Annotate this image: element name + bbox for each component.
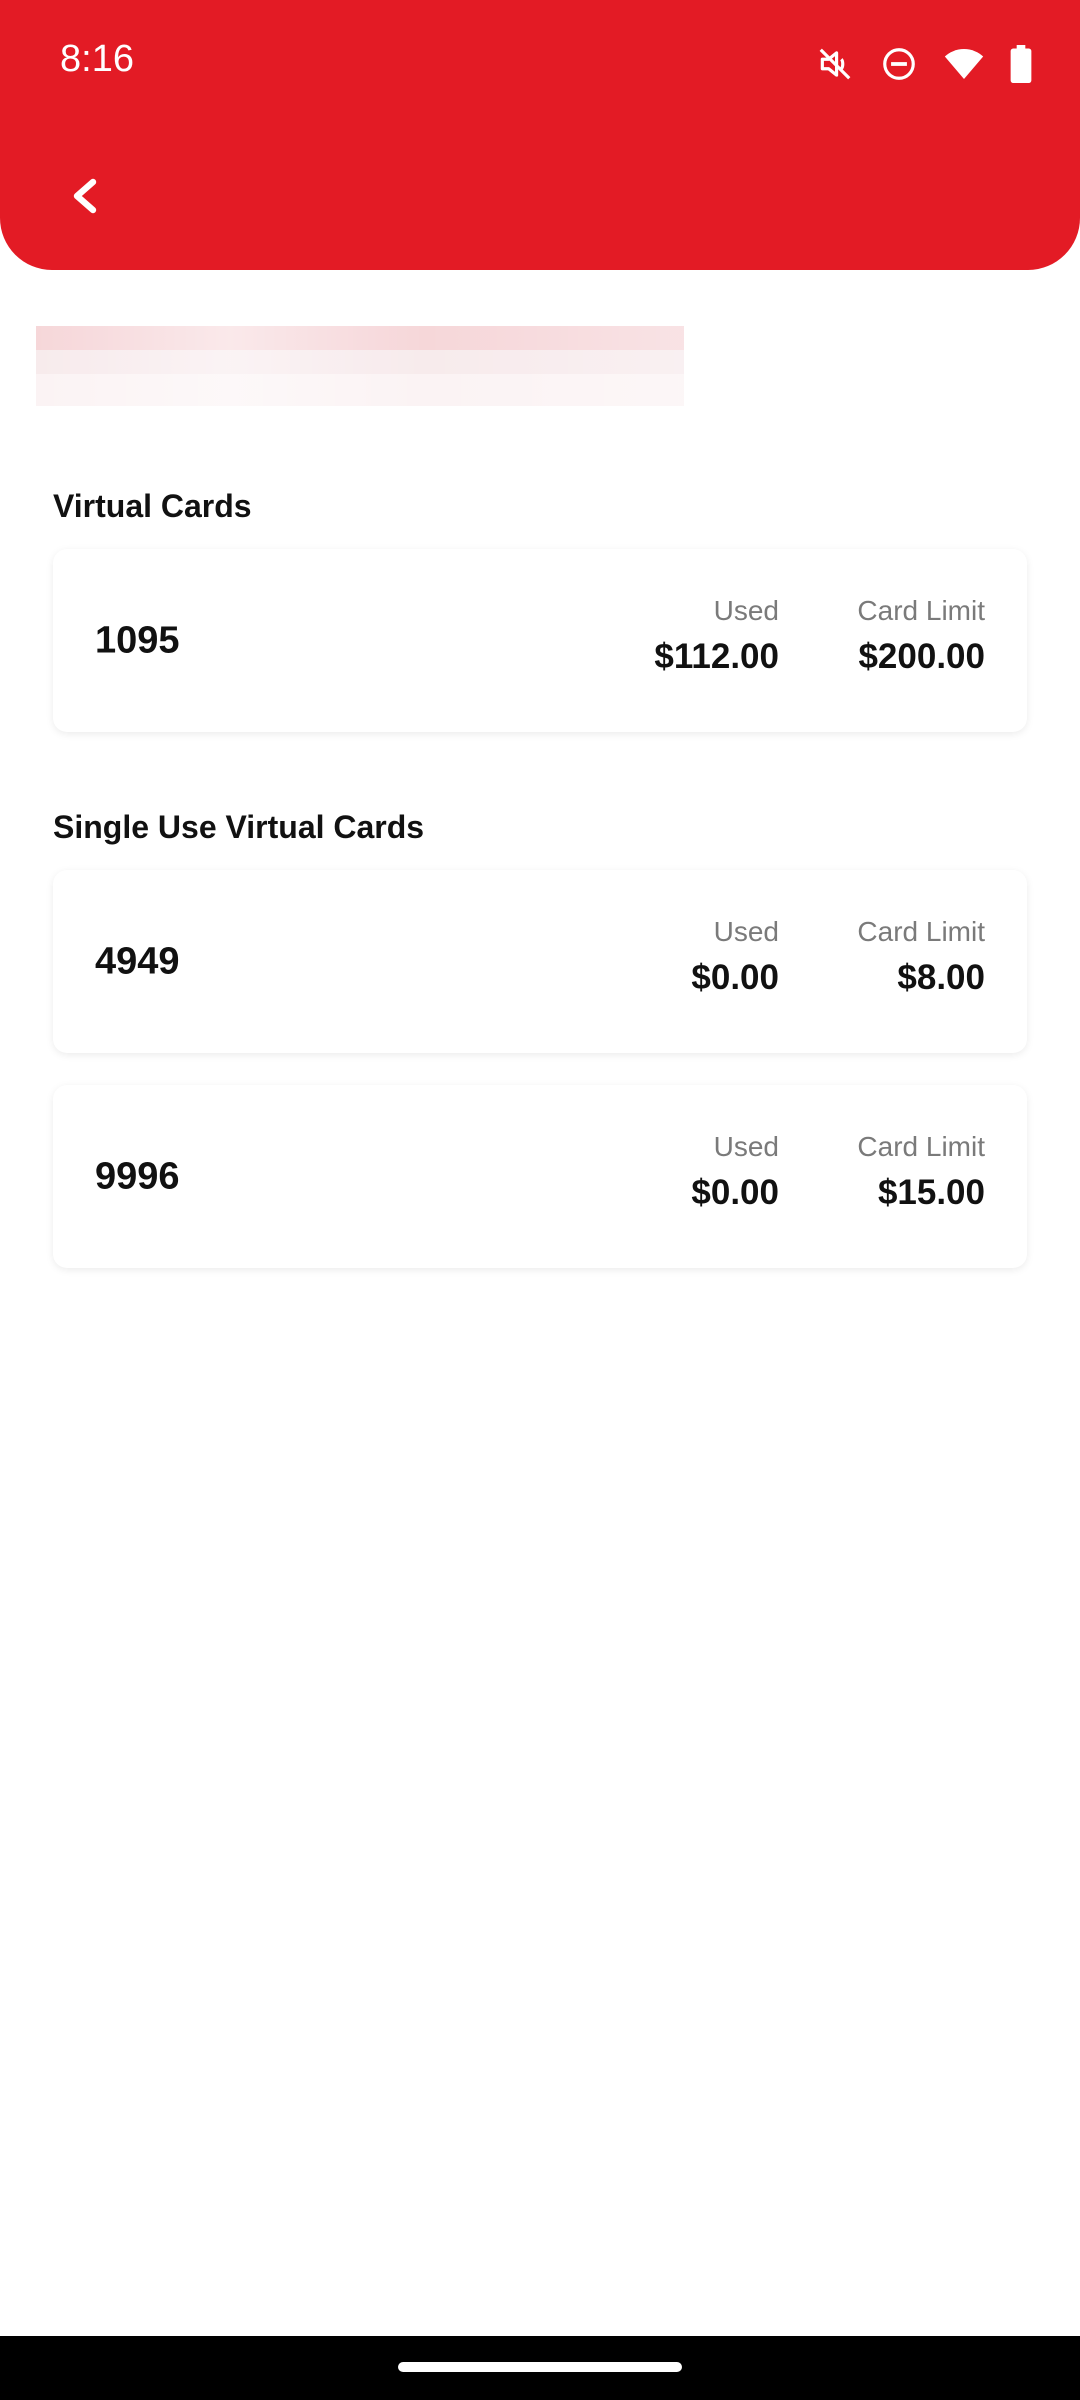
card-number: 1095 — [95, 619, 180, 661]
used-amount: Used $112.00 — [654, 595, 779, 676]
used-value: $0.00 — [691, 958, 779, 997]
home-indicator[interactable] — [398, 2362, 682, 2372]
wifi-icon — [944, 46, 984, 82]
mute-icon — [816, 45, 854, 83]
used-amount: Used $0.00 — [691, 1131, 779, 1212]
app-header: 8:16 — [0, 0, 1080, 270]
card-item[interactable]: 1095 Used $112.00 Card Limit $200.00 — [53, 549, 1027, 732]
status-icons — [816, 44, 1032, 84]
used-label: Used — [713, 916, 779, 947]
back-button[interactable] — [58, 170, 110, 222]
battery-icon — [1010, 45, 1032, 83]
section-title-virtual-cards: Virtual Cards — [53, 488, 252, 524]
card-item[interactable]: 4949 Used $0.00 Card Limit $8.00 — [53, 870, 1027, 1053]
section-title-single-use-virtual-cards: Single Use Virtual Cards — [53, 809, 425, 845]
card-number: 9996 — [95, 1155, 180, 1197]
card-limit-value: $8.00 — [897, 958, 985, 997]
card-limit-label: Card Limit — [857, 1131, 985, 1162]
card-limit: Card Limit $15.00 — [857, 1131, 985, 1212]
card-limit-label: Card Limit — [857, 916, 985, 947]
used-label: Used — [713, 595, 779, 626]
card-item[interactable]: 9996 Used $0.00 Card Limit $15.00 — [53, 1085, 1027, 1268]
redacted-account-name — [36, 326, 684, 406]
used-label: Used — [713, 1131, 779, 1162]
card-limit-value: $200.00 — [858, 637, 985, 676]
do-not-disturb-icon — [880, 45, 918, 83]
card-limit-label: Card Limit — [857, 595, 985, 626]
card-limit: Card Limit $200.00 — [857, 595, 985, 676]
card-limit-value: $15.00 — [877, 1173, 985, 1212]
used-amount: Used $0.00 — [691, 916, 779, 997]
chevron-left-icon — [73, 178, 97, 214]
used-value: $112.00 — [654, 637, 779, 676]
card-number: 4949 — [95, 940, 180, 982]
card-limit: Card Limit $8.00 — [857, 916, 985, 997]
used-value: $0.00 — [691, 1173, 779, 1212]
status-time: 8:16 — [60, 38, 134, 80]
